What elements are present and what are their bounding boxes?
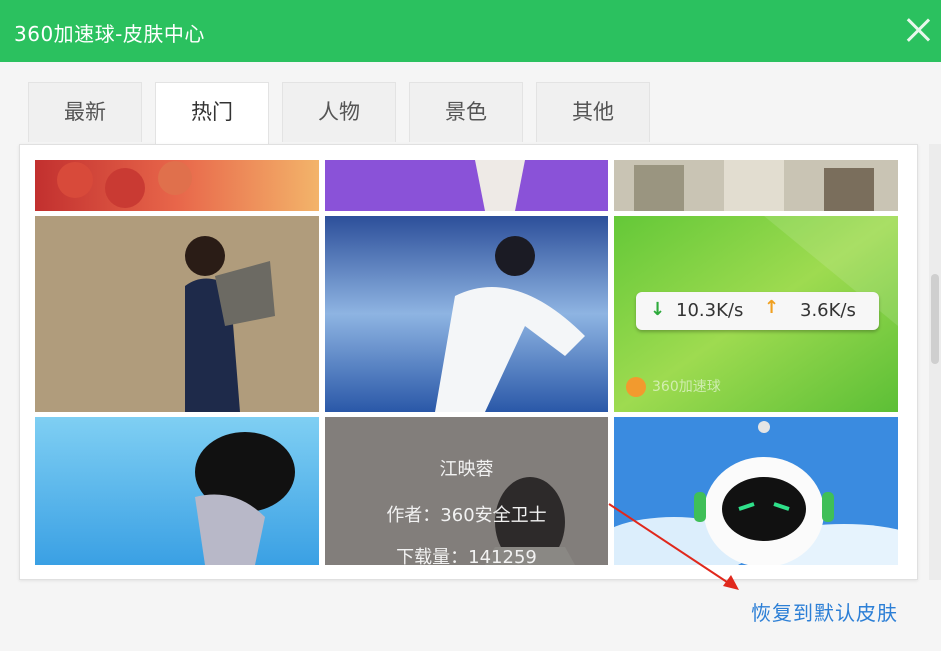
scrollbar-thumb[interactable] [931, 274, 939, 364]
skin-image [325, 216, 608, 412]
skin-downloads: 下载量：141259 [396, 547, 537, 565]
360-logo-icon [626, 377, 646, 397]
skin-image [325, 160, 608, 211]
close-icon[interactable] [903, 14, 933, 44]
skin-image [35, 216, 319, 412]
skin-image [614, 160, 898, 211]
skin-thumbnail[interactable] [325, 216, 608, 412]
upload-speed: 3.6K/s [800, 300, 856, 321]
speed-skin-thumbnail[interactable]: ↓ 10.3K/s ↑ 3.6K/s 360加速球 [614, 216, 898, 412]
download-arrow-icon: ↓ [650, 299, 666, 320]
speed-indicator: ↓ 10.3K/s ↑ 3.6K/s [636, 292, 879, 330]
skin-thumbnail[interactable] [35, 216, 319, 412]
skin-thumbnail[interactable] [614, 160, 898, 211]
window-title: 360加速球-皮肤中心 [14, 22, 205, 46]
annotation-arrow-icon [608, 503, 739, 590]
skin-author: 作者：360安全卫士 [386, 505, 547, 526]
skin-thumbnail[interactable] [35, 160, 319, 211]
skin-panel: ↓ 10.3K/s ↑ 3.6K/s 360加速球 江映蓉 作者：360安全卫士… [19, 144, 918, 580]
vertical-scrollbar[interactable] [929, 144, 941, 580]
tab-popular[interactable]: 热门 [155, 82, 269, 145]
brand-watermark: 360加速球 [626, 376, 721, 397]
skin-thumbnail[interactable] [35, 417, 319, 565]
tab-latest[interactable]: 最新 [28, 82, 142, 142]
tab-other[interactable]: 其他 [536, 82, 650, 142]
skin-image [35, 417, 319, 565]
restore-default-skin-link[interactable]: 恢复到默认皮肤 [751, 597, 898, 626]
download-speed: 10.3K/s [676, 300, 744, 321]
skin-grid: ↓ 10.3K/s ↑ 3.6K/s 360加速球 江映蓉 作者：360安全卫士… [35, 160, 898, 565]
skin-thumbnail-hovered[interactable]: 江映蓉 作者：360安全卫士 下载量：141259 [325, 417, 608, 565]
tab-scenery[interactable]: 景色 [409, 82, 523, 142]
upload-arrow-icon: ↑ [764, 297, 780, 318]
skin-image [35, 160, 319, 211]
brand-name: 360加速球 [652, 379, 721, 395]
skin-name: 江映蓉 [439, 459, 494, 480]
title-bar: 360加速球-皮肤中心 [0, 0, 941, 62]
skin-thumbnail[interactable] [325, 160, 608, 211]
tab-people[interactable]: 人物 [282, 82, 396, 142]
